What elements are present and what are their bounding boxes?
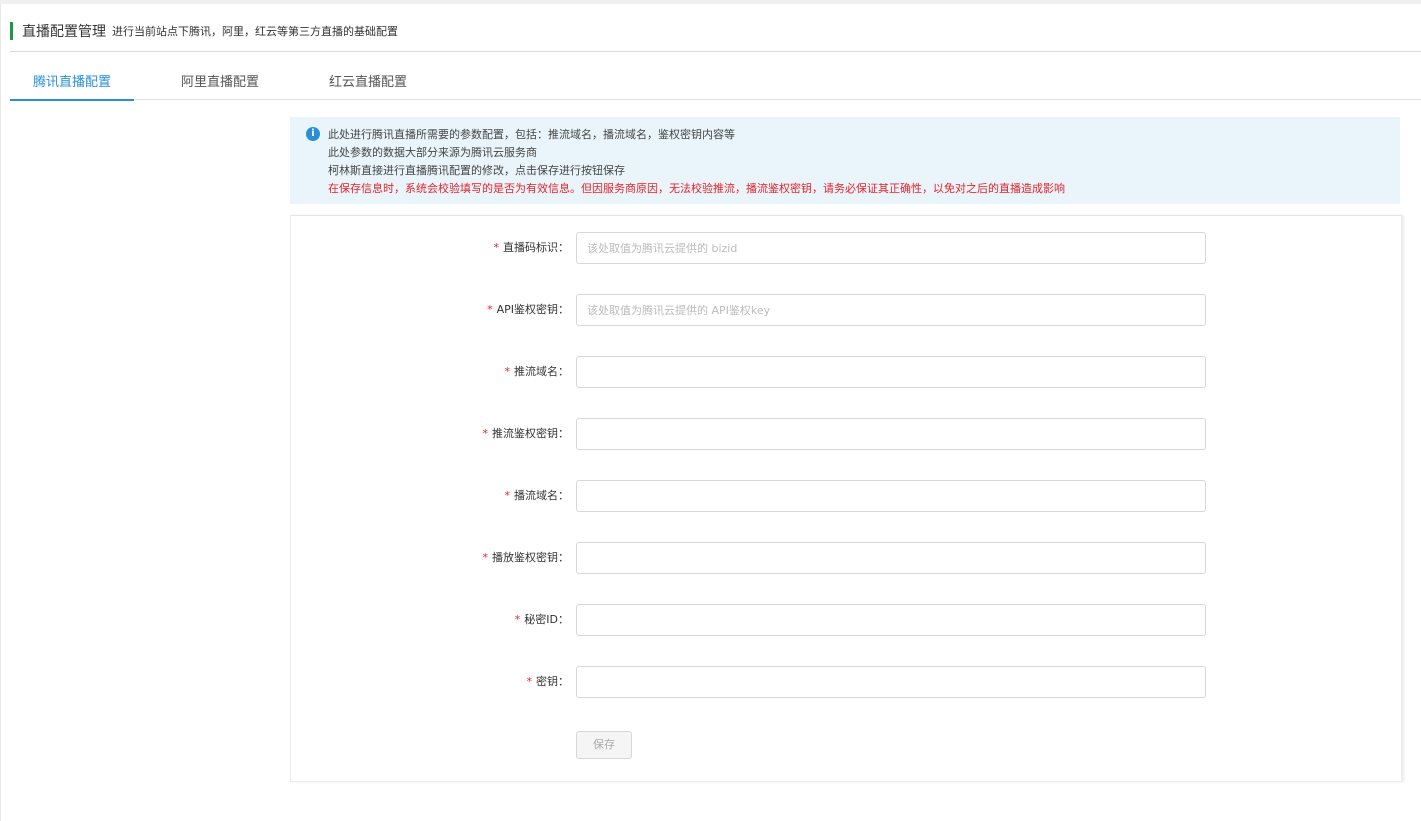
push-domain-input[interactable] bbox=[576, 356, 1206, 388]
play-domain-input[interactable] bbox=[576, 480, 1206, 512]
field-label: * 推流鉴权密钥： bbox=[482, 427, 570, 440]
tab-bar: 腾讯直播配置 阿里直播配置 红云直播配置 bbox=[10, 66, 1421, 101]
form-row-api-key: * API鉴权密钥： bbox=[291, 294, 1401, 326]
field-label: * API鉴权密钥： bbox=[487, 303, 569, 316]
notice-line: 此处参数的数据大部分来源为腾讯云服务商 bbox=[328, 146, 537, 159]
play-auth-key-input[interactable] bbox=[576, 542, 1206, 574]
config-form: *直播码标识： *API鉴权密钥： *推流域名： *推流鉴权密钥： *播流域名：… bbox=[290, 215, 1402, 782]
field-label: * 播流域名： bbox=[504, 489, 570, 502]
required-mark: * bbox=[504, 489, 511, 502]
secret-key-input[interactable] bbox=[576, 666, 1206, 698]
info-icon: i bbox=[306, 127, 320, 141]
required-mark: * bbox=[504, 365, 511, 378]
form-row-push-domain: * 推流域名： bbox=[291, 356, 1401, 388]
left-edge bbox=[0, 4, 1, 821]
tab-hongyun-live[interactable]: 红云直播配置 bbox=[305, 66, 431, 100]
info-notice: i 此处进行腾讯直播所需要的参数配置，包括：推流域名，播流域名，鉴权密钥内容等 … bbox=[290, 117, 1400, 204]
bizid-input[interactable] bbox=[576, 232, 1206, 264]
page-header: 直播配置管理 进行当前站点下腾讯，阿里，红云等第三方直播的基础配置 bbox=[10, 20, 398, 42]
header-accent-bar bbox=[10, 22, 13, 40]
page-title: 直播配置管理 bbox=[22, 24, 106, 40]
required-mark: * bbox=[493, 241, 500, 254]
page-subtitle: 进行当前站点下腾讯，阿里，红云等第三方直播的基础配置 bbox=[112, 25, 398, 38]
api-key-input[interactable] bbox=[576, 294, 1206, 326]
form-row-play-key: * 播放鉴权密钥： bbox=[291, 542, 1401, 574]
field-label: * 播放鉴权密钥： bbox=[482, 551, 570, 564]
notice-line: 柯林斯直接进行直播腾讯配置的修改，点击保存进行按钮保存 bbox=[328, 164, 625, 177]
top-strip bbox=[0, 0, 1421, 4]
tab-tencent-live[interactable]: 腾讯直播配置 bbox=[10, 66, 134, 101]
notice-line: 此处进行腾讯直播所需要的参数配置，包括：推流域名，播流域名，鉴权密钥内容等 bbox=[328, 128, 735, 141]
tab-ali-live[interactable]: 阿里直播配置 bbox=[157, 66, 283, 100]
form-row-play-domain: * 播流域名： bbox=[291, 480, 1401, 512]
field-label: * 密钥： bbox=[526, 675, 570, 688]
field-label: * 直播码标识： bbox=[493, 241, 570, 254]
form-row-push-key: * 推流鉴权密钥： bbox=[291, 418, 1401, 450]
form-row-secret-key: * 密钥： bbox=[291, 666, 1401, 698]
push-auth-key-input[interactable] bbox=[576, 418, 1206, 450]
required-mark: * bbox=[482, 427, 489, 440]
field-label: * 秘密ID： bbox=[514, 613, 569, 626]
form-row-bizid: * 直播码标识： bbox=[291, 232, 1401, 264]
field-label: * 推流域名： bbox=[504, 365, 570, 378]
required-mark: * bbox=[482, 551, 489, 564]
required-mark: * bbox=[526, 675, 533, 688]
form-row-secret-id: * 秘密ID： bbox=[291, 604, 1401, 636]
notice-warning: 在保存信息时，系统会校验填写的是否为有效信息。但因服务商原因，无法校验推流，播流… bbox=[328, 182, 1065, 195]
header-divider bbox=[10, 51, 1421, 52]
save-button[interactable]: 保存 bbox=[576, 731, 632, 759]
secret-id-input[interactable] bbox=[576, 604, 1206, 636]
required-mark: * bbox=[487, 303, 493, 316]
required-mark: * bbox=[514, 613, 521, 626]
